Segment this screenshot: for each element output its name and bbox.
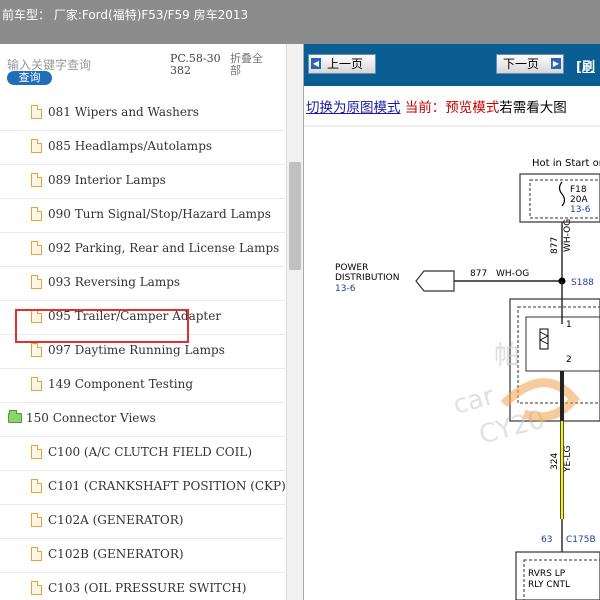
fuse-ref: 13-6 xyxy=(570,205,591,215)
pin-label: 63 xyxy=(541,535,552,545)
document-icon xyxy=(31,139,42,153)
sidebar-scrollbar[interactable] xyxy=(286,44,303,600)
module-label: RVRS LP xyxy=(528,569,566,579)
original-mode-link[interactable]: 切换为原图模式 xyxy=(306,100,401,116)
tree-item-label: 089 Interior Lamps xyxy=(48,173,166,187)
tree-item-label: 093 Reversing Lamps xyxy=(48,275,181,289)
tree-item-label: 150 Connector Views xyxy=(26,411,156,425)
circuit-number: 877 xyxy=(470,269,487,279)
wiring-diagram: Hot in Start or F18 20A 13-6 877 WH-OG S… xyxy=(304,125,600,600)
search-button[interactable]: 查询 xyxy=(7,71,52,85)
viewer-toolbar: ◀ 上一页 下一页 ▶ [刷 xyxy=(304,44,600,86)
tree-item[interactable]: 081 Wipers and Washers xyxy=(0,96,285,131)
document-icon xyxy=(31,513,42,527)
fuse-amp: 20A xyxy=(570,195,588,205)
document-icon xyxy=(31,343,42,357)
hot-label: Hot in Start or xyxy=(532,158,600,169)
refresh-link[interactable]: [刷 xyxy=(576,56,595,75)
tree-item-label: 097 Daytime Running Lamps xyxy=(48,343,225,357)
tree-item-label: C102B (GENERATOR) xyxy=(48,547,184,561)
current-mode-text: 当前：预览模式 xyxy=(404,100,500,116)
tree-item-label: C102A (GENERATOR) xyxy=(48,513,184,527)
document-icon xyxy=(31,207,42,221)
selection-highlight-box xyxy=(15,309,189,343)
watermark: car xyxy=(450,381,498,421)
document-code: PC.58-30382 xyxy=(170,52,221,77)
tree-item-label: 090 Turn Signal/Stop/Hazard Lamps xyxy=(48,207,271,221)
scrollbar-thumb[interactable] xyxy=(289,162,301,270)
circuit-number: 877 xyxy=(550,237,560,254)
circuit-number: 324 xyxy=(550,453,560,470)
pin-label: 1 xyxy=(566,320,572,330)
power-ref: 13-6 xyxy=(335,284,356,294)
title-bar: 前车型： 厂家:Ford(福特)F53/F59 房车2013 xyxy=(0,0,600,44)
tree-item[interactable]: 149 Component Testing xyxy=(0,368,285,403)
document-icon xyxy=(31,241,42,255)
tree-folder[interactable]: 150 Connector Views xyxy=(0,402,285,437)
wire-color: YE-LG xyxy=(563,446,573,473)
collapse-all-link[interactable]: 折叠全部 xyxy=(230,53,272,77)
tree-item[interactable]: C102B (GENERATOR) xyxy=(0,538,285,573)
watermark: 帕 xyxy=(494,341,520,371)
arrow-left-icon: ◀ xyxy=(311,58,321,69)
tree-item-label: 092 Parking, Rear and License Lamps xyxy=(48,241,280,255)
tree-item[interactable]: C103 (OIL PRESSURE SWITCH) xyxy=(0,572,285,600)
module-label: RLY CNTL xyxy=(528,580,570,590)
prev-page-label: 上一页 xyxy=(327,57,364,71)
power-label: POWER xyxy=(335,263,368,273)
document-icon xyxy=(31,275,42,289)
next-page-button[interactable]: 下一页 ▶ xyxy=(496,54,564,74)
tree-item[interactable]: 092 Parking, Rear and License Lamps xyxy=(0,232,285,267)
tree-item[interactable]: 090 Turn Signal/Stop/Hazard Lamps xyxy=(0,198,285,233)
fuse-id: F18 xyxy=(570,185,587,195)
diagram-viewer: ◀ 上一页 下一页 ▶ [刷 切换为原图模式 当前：预览模式若需看大图 Hot … xyxy=(304,44,600,600)
tree-item[interactable]: C101 (CRANKSHAFT POSITION (CKP) SE xyxy=(0,470,285,505)
folder-open-icon xyxy=(8,410,22,423)
tree-item[interactable]: 085 Headlamps/Autolamps xyxy=(0,130,285,165)
splice-label: S188 xyxy=(571,278,594,288)
mode-hint-text: 若需看大图 xyxy=(499,100,567,116)
tree-item-label: 081 Wipers and Washers xyxy=(48,105,199,119)
document-icon xyxy=(31,479,42,493)
prev-page-button[interactable]: ◀ 上一页 xyxy=(308,54,376,74)
document-icon xyxy=(31,377,42,391)
document-icon xyxy=(31,445,42,459)
document-icon xyxy=(31,105,42,119)
document-icon xyxy=(31,581,42,595)
document-icon xyxy=(31,173,42,187)
document-icon xyxy=(31,547,42,561)
pin-label: 2 xyxy=(566,355,572,365)
tree-item-reversing-lamps[interactable]: 093 Reversing Lamps xyxy=(0,266,285,301)
wire-color: WH-OG xyxy=(496,269,529,279)
tree-item[interactable]: C102A (GENERATOR) xyxy=(0,504,285,539)
tree-item-label: C101 (CRANKSHAFT POSITION (CKP) SE xyxy=(48,479,285,493)
sidebar: 输入关键字查询 查询 PC.58-30382 折叠全部 081 Wipers a… xyxy=(0,44,304,600)
wire-color: WH-OG xyxy=(563,219,573,252)
tree-item-label: 149 Component Testing xyxy=(48,377,194,391)
connector-arrow-icon xyxy=(415,270,455,292)
tree-item-label: C100 (A/C CLUTCH FIELD COIL) xyxy=(48,445,252,459)
tree-item[interactable]: 089 Interior Lamps xyxy=(0,164,285,199)
connector-label: C175B xyxy=(566,535,596,545)
tree-item-label: 085 Headlamps/Autolamps xyxy=(48,139,213,153)
tree-item-label: C103 (OIL PRESSURE SWITCH) xyxy=(48,581,247,595)
mode-line: 切换为原图模式 当前：预览模式若需看大图 xyxy=(306,96,567,116)
tree-item[interactable]: C100 (A/C CLUTCH FIELD COIL) xyxy=(0,436,285,471)
power-label: DISTRIBUTION xyxy=(335,273,399,283)
vehicle-title: 前车型： 厂家:Ford(福特)F53/F59 房车2013 xyxy=(2,8,249,22)
arrow-right-icon: ▶ xyxy=(551,58,561,69)
next-page-label: 下一页 xyxy=(503,57,540,71)
